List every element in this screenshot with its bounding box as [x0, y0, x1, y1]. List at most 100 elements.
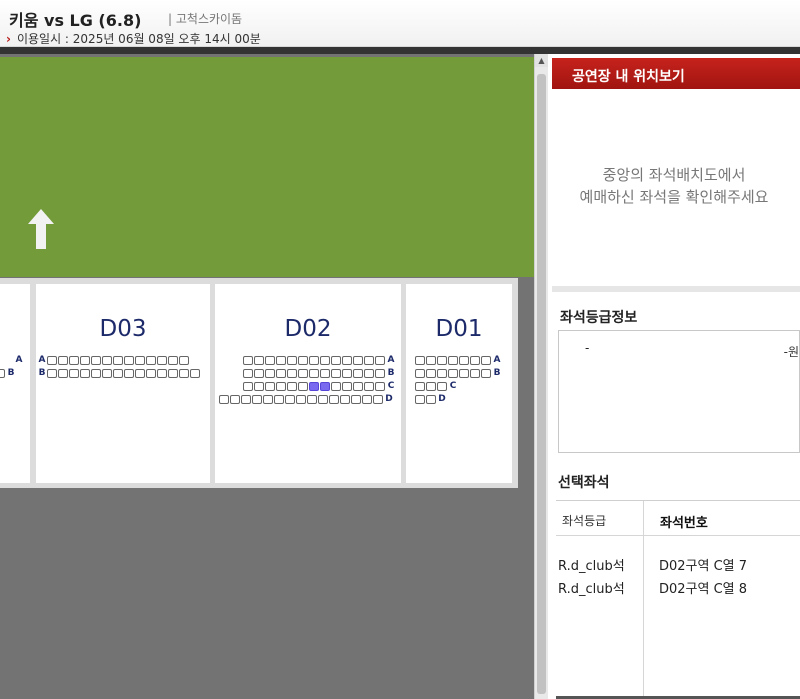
seat[interactable] — [340, 394, 350, 404]
seat[interactable] — [320, 368, 330, 378]
seat[interactable] — [146, 368, 156, 378]
seat[interactable] — [437, 381, 447, 391]
seat[interactable] — [179, 355, 189, 365]
seat[interactable] — [219, 394, 229, 404]
seat[interactable] — [364, 355, 374, 365]
selected-seat[interactable] — [320, 381, 330, 391]
map-scrollbar[interactable]: ▲ — [534, 54, 548, 699]
seat[interactable] — [69, 355, 79, 365]
seat[interactable] — [375, 355, 385, 365]
seat[interactable] — [243, 355, 253, 365]
seat[interactable] — [0, 368, 5, 378]
seat[interactable] — [276, 355, 286, 365]
seat[interactable] — [448, 355, 458, 365]
seat[interactable] — [254, 355, 264, 365]
seat-map[interactable]: A B D03 A B D02 A B C D D01 A B C D — [0, 54, 534, 699]
seat[interactable] — [364, 381, 374, 391]
seat[interactable] — [254, 368, 264, 378]
seat[interactable] — [69, 368, 79, 378]
seat[interactable] — [254, 381, 264, 391]
seat[interactable] — [263, 394, 273, 404]
seat[interactable] — [179, 368, 189, 378]
seat[interactable] — [426, 355, 436, 365]
seat[interactable] — [157, 355, 167, 365]
seat[interactable] — [426, 368, 436, 378]
seat[interactable] — [265, 368, 275, 378]
seat[interactable] — [252, 394, 262, 404]
seat[interactable] — [135, 355, 145, 365]
seat[interactable] — [58, 368, 68, 378]
seat[interactable] — [307, 394, 317, 404]
seat[interactable] — [426, 394, 436, 404]
seat[interactable] — [91, 368, 101, 378]
seat[interactable] — [331, 355, 341, 365]
seat-block-partial[interactable]: A B — [0, 284, 30, 483]
seat[interactable] — [276, 381, 286, 391]
seat[interactable] — [448, 368, 458, 378]
seat-block-d03[interactable]: D03 A B — [36, 284, 210, 483]
seat[interactable] — [459, 355, 469, 365]
seat[interactable] — [375, 368, 385, 378]
seat[interactable] — [168, 355, 178, 365]
seat[interactable] — [276, 368, 286, 378]
seat[interactable] — [157, 368, 167, 378]
seat[interactable] — [342, 368, 352, 378]
seat[interactable] — [113, 355, 123, 365]
seat[interactable] — [113, 368, 123, 378]
seat[interactable] — [362, 394, 372, 404]
seat[interactable] — [415, 368, 425, 378]
seat[interactable] — [375, 381, 385, 391]
seat[interactable] — [80, 368, 90, 378]
seat[interactable] — [364, 368, 374, 378]
seat[interactable] — [168, 368, 178, 378]
seat[interactable] — [426, 381, 436, 391]
seat[interactable] — [298, 368, 308, 378]
scroll-up-icon[interactable]: ▲ — [535, 54, 548, 67]
seat[interactable] — [91, 355, 101, 365]
seat[interactable] — [243, 381, 253, 391]
seat[interactable] — [296, 394, 306, 404]
seat[interactable] — [241, 394, 251, 404]
seat-block-d01[interactable]: D01 A B C D — [406, 284, 512, 483]
seat[interactable] — [80, 355, 90, 365]
seat[interactable] — [58, 355, 68, 365]
seat[interactable] — [353, 381, 363, 391]
seat[interactable] — [342, 381, 352, 391]
seat[interactable] — [265, 355, 275, 365]
seat[interactable] — [353, 368, 363, 378]
seat[interactable] — [470, 355, 480, 365]
seat[interactable] — [342, 355, 352, 365]
seat[interactable] — [373, 394, 383, 404]
seat[interactable] — [331, 381, 341, 391]
seat[interactable] — [47, 355, 57, 365]
seat[interactable] — [415, 381, 425, 391]
seat[interactable] — [146, 355, 156, 365]
seat[interactable] — [124, 368, 134, 378]
seat[interactable] — [287, 355, 297, 365]
seat[interactable] — [437, 368, 447, 378]
seat[interactable] — [47, 368, 57, 378]
seat[interactable] — [243, 368, 253, 378]
seat[interactable] — [481, 368, 491, 378]
scroll-thumb[interactable] — [537, 74, 546, 694]
seat[interactable] — [351, 394, 361, 404]
seat[interactable] — [470, 368, 480, 378]
seat[interactable] — [459, 368, 469, 378]
seat[interactable] — [102, 355, 112, 365]
seat[interactable] — [309, 368, 319, 378]
seat[interactable] — [287, 368, 297, 378]
seat[interactable] — [124, 355, 134, 365]
seat[interactable] — [102, 368, 112, 378]
seat[interactable] — [353, 355, 363, 365]
seat[interactable] — [437, 355, 447, 365]
seat[interactable] — [320, 355, 330, 365]
seat[interactable] — [298, 381, 308, 391]
selected-seat[interactable] — [309, 381, 319, 391]
seat[interactable] — [298, 355, 308, 365]
seat[interactable] — [265, 381, 275, 391]
seat[interactable] — [230, 394, 240, 404]
seat[interactable] — [415, 394, 425, 404]
seat[interactable] — [274, 394, 284, 404]
seat[interactable] — [318, 394, 328, 404]
seat-block-d02[interactable]: D02 A B C D — [215, 284, 401, 483]
